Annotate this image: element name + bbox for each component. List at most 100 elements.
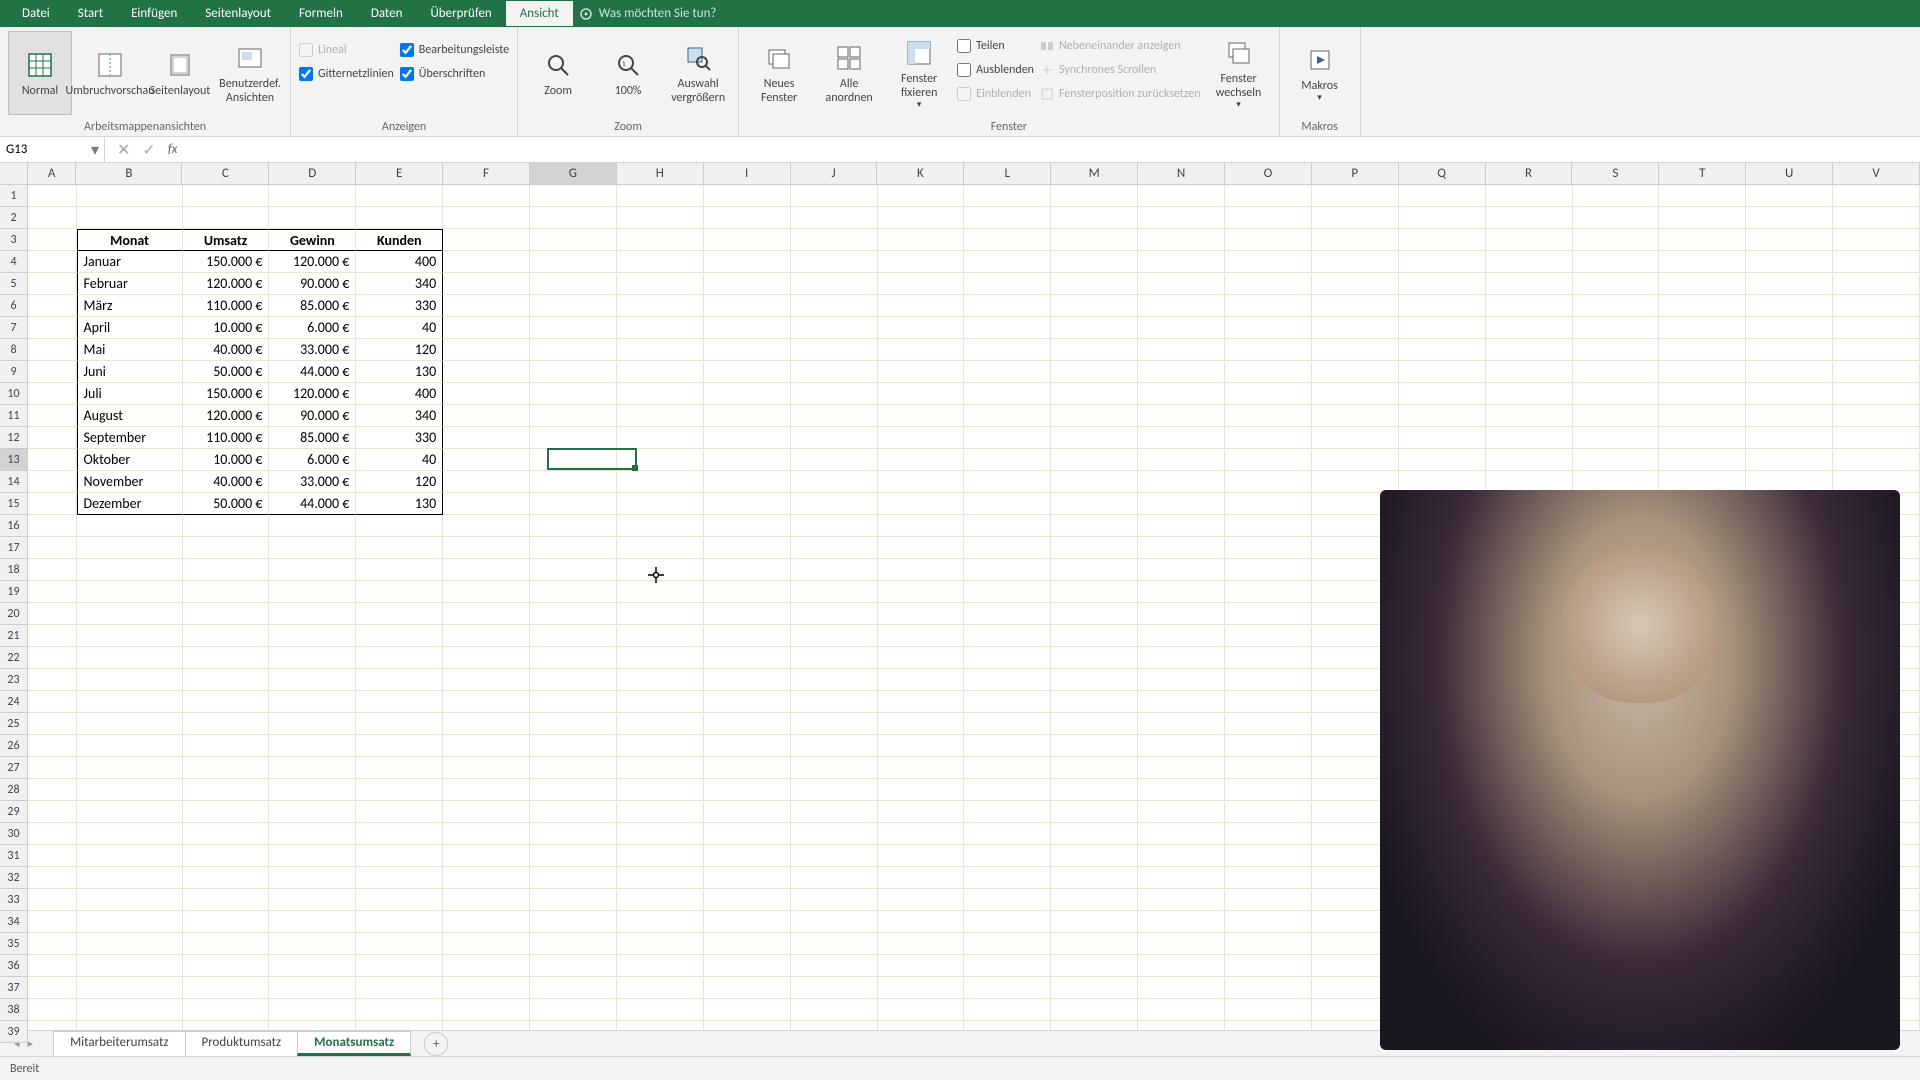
sheet-tab-monatsumsatz[interactable]: Monatsumsatz (297, 1031, 411, 1056)
cell-F11[interactable] (443, 405, 530, 427)
cell-L28[interactable] (964, 779, 1051, 801)
cell-B11[interactable]: August (77, 405, 183, 427)
cell-G6[interactable] (530, 295, 617, 317)
cell-V2[interactable] (1833, 207, 1920, 229)
row-header-26[interactable]: 26 (0, 735, 28, 757)
row-header-34[interactable]: 34 (0, 911, 28, 933)
cell-K20[interactable] (878, 603, 965, 625)
cell-B33[interactable] (77, 889, 183, 911)
cell-G22[interactable] (530, 647, 617, 669)
col-header-J[interactable]: J (791, 163, 878, 185)
cell-C18[interactable] (183, 559, 270, 581)
cell-I7[interactable] (704, 317, 791, 339)
cell-U2[interactable] (1746, 207, 1833, 229)
cell-E36[interactable] (356, 955, 443, 977)
cell-I28[interactable] (704, 779, 791, 801)
cell-F29[interactable] (443, 801, 530, 823)
cell-B14[interactable]: November (77, 471, 183, 493)
cell-L34[interactable] (964, 911, 1051, 933)
cell-D5[interactable]: 90.000 € (269, 273, 356, 295)
cell-S9[interactable] (1573, 361, 1660, 383)
cell-F16[interactable] (443, 515, 530, 537)
cell-K22[interactable] (878, 647, 965, 669)
cell-G8[interactable] (530, 339, 617, 361)
cell-I12[interactable] (704, 427, 791, 449)
cell-E20[interactable] (356, 603, 443, 625)
cell-M30[interactable] (1051, 823, 1138, 845)
cell-N38[interactable] (1138, 999, 1225, 1021)
cell-H27[interactable] (617, 757, 704, 779)
cell-M6[interactable] (1051, 295, 1138, 317)
cell-F30[interactable] (443, 823, 530, 845)
zoom-100-button[interactable]: 1 100% (596, 31, 660, 115)
row-header-19[interactable]: 19 (0, 581, 28, 603)
cell-L12[interactable] (964, 427, 1051, 449)
cell-H28[interactable] (617, 779, 704, 801)
cell-L27[interactable] (964, 757, 1051, 779)
cell-J23[interactable] (791, 669, 878, 691)
cell-J16[interactable] (791, 515, 878, 537)
cell-K16[interactable] (878, 515, 965, 537)
cell-Q5[interactable] (1399, 273, 1486, 295)
cell-I6[interactable] (704, 295, 791, 317)
cell-N35[interactable] (1138, 933, 1225, 955)
cell-L7[interactable] (964, 317, 1051, 339)
cell-C2[interactable] (183, 207, 270, 229)
zoom-selection-button[interactable]: Auswahl vergrößern (666, 31, 730, 115)
cell-L4[interactable] (964, 251, 1051, 273)
cell-M37[interactable] (1051, 977, 1138, 999)
cell-L8[interactable] (964, 339, 1051, 361)
cell-J29[interactable] (791, 801, 878, 823)
cell-O35[interactable] (1225, 933, 1312, 955)
cell-Q9[interactable] (1399, 361, 1486, 383)
column-headers[interactable]: ABCDEFGHIJKLMNOPQRSTUV (28, 163, 1920, 185)
cell-F38[interactable] (443, 999, 530, 1021)
cell-C33[interactable] (183, 889, 270, 911)
cell-I3[interactable] (704, 229, 791, 251)
col-header-K[interactable]: K (877, 163, 964, 185)
cell-E23[interactable] (356, 669, 443, 691)
cell-A11[interactable] (28, 405, 77, 427)
cell-D37[interactable] (269, 977, 356, 999)
cell-A28[interactable] (28, 779, 77, 801)
cell-J35[interactable] (791, 933, 878, 955)
cell-S8[interactable] (1573, 339, 1660, 361)
cell-B27[interactable] (77, 757, 183, 779)
cell-B1[interactable] (77, 185, 183, 207)
cell-T1[interactable] (1659, 185, 1746, 207)
cell-A3[interactable] (28, 229, 77, 251)
row-header-14[interactable]: 14 (0, 471, 28, 493)
cell-N12[interactable] (1138, 427, 1225, 449)
row-header-3[interactable]: 3 (0, 229, 28, 251)
cell-U5[interactable] (1746, 273, 1833, 295)
cell-F31[interactable] (443, 845, 530, 867)
cell-R5[interactable] (1486, 273, 1573, 295)
row-header-12[interactable]: 12 (0, 427, 28, 449)
cell-F21[interactable] (443, 625, 530, 647)
cell-N24[interactable] (1138, 691, 1225, 713)
cell-P13[interactable] (1312, 449, 1399, 471)
cell-C16[interactable] (183, 515, 270, 537)
cell-J9[interactable] (791, 361, 878, 383)
cell-C25[interactable] (183, 713, 270, 735)
cell-J39[interactable] (791, 1021, 878, 1030)
cell-H8[interactable] (617, 339, 704, 361)
cell-O18[interactable] (1225, 559, 1312, 581)
cell-U9[interactable] (1746, 361, 1833, 383)
cell-A9[interactable] (28, 361, 77, 383)
cell-E10[interactable]: 400 (356, 383, 443, 405)
cell-F3[interactable] (443, 229, 530, 251)
cell-O17[interactable] (1225, 537, 1312, 559)
cell-C34[interactable] (183, 911, 270, 933)
cell-G10[interactable] (530, 383, 617, 405)
cell-K6[interactable] (878, 295, 965, 317)
cell-Q3[interactable] (1399, 229, 1486, 251)
cell-A8[interactable] (28, 339, 77, 361)
cell-I16[interactable] (704, 515, 791, 537)
cell-H25[interactable] (617, 713, 704, 735)
cell-K11[interactable] (878, 405, 965, 427)
cell-F39[interactable] (443, 1021, 530, 1030)
cell-M4[interactable] (1051, 251, 1138, 273)
cell-I14[interactable] (704, 471, 791, 493)
cell-V1[interactable] (1833, 185, 1920, 207)
